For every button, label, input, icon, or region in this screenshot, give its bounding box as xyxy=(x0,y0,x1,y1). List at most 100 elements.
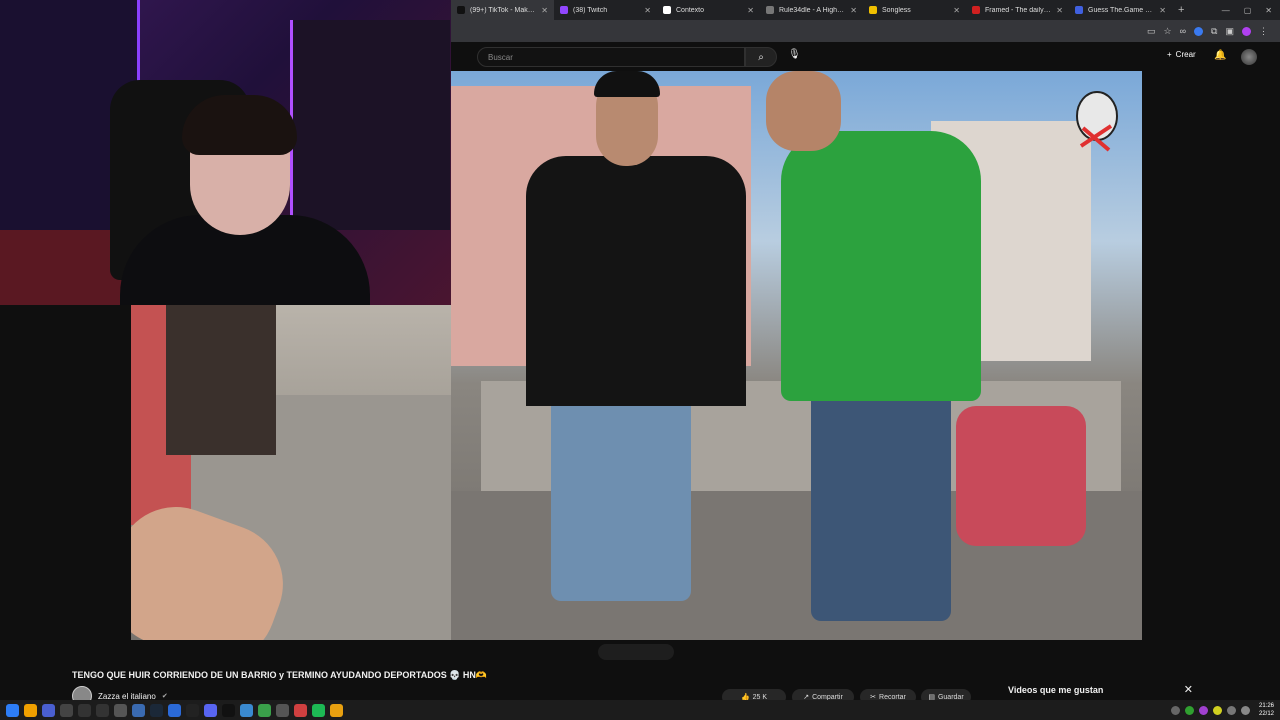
taskbar-clock[interactable]: 21:26 22/12 xyxy=(1259,702,1274,718)
create-button[interactable]: + Crear xyxy=(1167,50,1196,59)
app-v-icon[interactable] xyxy=(42,703,55,717)
windows-start-icon[interactable] xyxy=(6,703,19,717)
close-window-icon[interactable]: ✕ xyxy=(1265,6,1272,15)
tab-title: (38) Twitch xyxy=(573,6,608,14)
video-person-green-shirt xyxy=(751,71,1011,640)
profile-icon[interactable] xyxy=(1242,26,1251,36)
tab-title: Framed - The daily movie xyxy=(985,6,1052,14)
close-icon[interactable]: ✕ xyxy=(1184,683,1193,696)
search-icon[interactable] xyxy=(24,703,37,717)
browser-tab[interactable]: Guess The.Game #1318 ✕ xyxy=(1069,0,1172,20)
app-a-icon[interactable] xyxy=(168,703,181,717)
tab-close-icon[interactable]: ✕ xyxy=(953,6,960,15)
sub-video-shop xyxy=(166,305,276,455)
extension-icon-2[interactable] xyxy=(1194,26,1204,36)
person-shirt xyxy=(526,156,746,406)
split-view-icon[interactable]: ▣ xyxy=(1225,26,1234,37)
obs-icon[interactable] xyxy=(186,703,199,717)
browser-tab[interactable]: Songless ✕ xyxy=(863,0,966,20)
search-button[interactable]: ⌕ xyxy=(745,47,777,67)
channel-watermark-logo xyxy=(1076,91,1118,152)
spotify-icon[interactable] xyxy=(312,703,325,717)
app-c-icon[interactable] xyxy=(240,703,253,717)
windows-taskbar: 21:26 22/12 xyxy=(0,700,1280,720)
tab-favicon-icon xyxy=(972,6,980,14)
menu-kebab-icon[interactable]: ⋮ xyxy=(1259,26,1268,37)
tab-close-icon[interactable]: ✕ xyxy=(541,6,548,15)
steam-icon[interactable] xyxy=(150,703,163,717)
tray-icon[interactable] xyxy=(1170,705,1180,715)
video-title: TENGO QUE HUIR CORRIENDO DE UN BARRIO y … xyxy=(72,670,488,680)
tab-title: (99+) TikTok - Make Your Day xyxy=(470,6,536,14)
streamer xyxy=(120,95,370,305)
youtube-header: Buscar ⌕ 🎙 + Crear 🔔 xyxy=(451,42,1280,71)
video-person-black-shirt xyxy=(526,71,746,640)
account-avatar[interactable] xyxy=(1241,49,1257,65)
app-circle-icon[interactable] xyxy=(132,703,145,717)
tab-title: Guess The.Game #1318 xyxy=(1088,6,1154,14)
app-k-icon[interactable] xyxy=(60,703,73,717)
app-green-icon[interactable] xyxy=(258,703,271,717)
bookmark-star-icon[interactable]: ☆ xyxy=(1164,26,1172,37)
tab-favicon-icon xyxy=(457,6,465,14)
create-label: Crear xyxy=(1175,50,1196,59)
tray-icon[interactable] xyxy=(1184,705,1194,715)
clock-date: 22/12 xyxy=(1258,711,1274,717)
search-input[interactable]: Buscar xyxy=(477,47,745,67)
tab-close-icon[interactable]: ✕ xyxy=(850,6,857,15)
notifications-bell-icon[interactable]: 🔔 xyxy=(1214,50,1226,61)
tab-close-icon[interactable]: ✕ xyxy=(644,6,651,15)
tab-favicon-icon xyxy=(766,6,774,14)
player-controls[interactable] xyxy=(598,644,674,660)
person-jeans xyxy=(551,391,691,601)
tab-favicon-icon xyxy=(560,6,568,14)
person-jeans xyxy=(811,391,951,621)
tab-title: Songless xyxy=(882,6,911,14)
browser-tab[interactable]: Contexto ✕ xyxy=(657,0,760,20)
liked-videos-panel: Videos que me gustan ✕ xyxy=(1000,677,1201,702)
webcam-overlay xyxy=(0,0,451,305)
streamer-hair xyxy=(182,95,297,155)
tiktok-icon[interactable] xyxy=(222,703,235,717)
liked-videos-title: Videos que me gustan xyxy=(1008,684,1104,695)
wifi-icon[interactable] xyxy=(1226,705,1236,715)
clock-time: 21:26 xyxy=(1258,703,1274,709)
volume-icon[interactable] xyxy=(1240,705,1250,715)
browser-tab-bar: (99+) TikTok - Make Your Day✕(38) Twitch… xyxy=(451,0,1280,20)
person-shirt xyxy=(781,131,981,401)
browser-tab[interactable]: Rule34dle - A Higher or Lower ✕ xyxy=(760,0,863,20)
maximize-icon[interactable]: ▢ xyxy=(1244,6,1252,15)
minimize-icon[interactable]: — xyxy=(1222,6,1230,15)
extension-icon-1[interactable]: ∞ xyxy=(1180,26,1186,36)
browser-toolbar: ▭ ☆ ∞ ⧉ ▣ ⋮ xyxy=(451,20,1280,42)
person-head xyxy=(766,71,841,151)
cast-icon[interactable]: ▭ xyxy=(1147,26,1156,37)
tab-favicon-icon xyxy=(663,6,671,14)
secondary-video xyxy=(131,305,451,640)
window-controls: — ▢ ✕ xyxy=(1222,6,1280,15)
voice-search-icon[interactable]: 🎙 xyxy=(788,49,801,60)
browser-tab[interactable]: (38) Twitch ✕ xyxy=(554,0,657,20)
tab-close-icon[interactable]: ✕ xyxy=(747,6,754,15)
app-arrow-icon[interactable] xyxy=(78,703,91,717)
extensions-puzzle-icon[interactable]: ⧉ xyxy=(1211,26,1217,37)
new-tab-button[interactable]: + xyxy=(1172,4,1190,16)
browser-tab[interactable]: Framed - The daily movie ✕ xyxy=(966,0,1069,20)
person-cap xyxy=(594,71,660,97)
tab-close-icon[interactable]: ✕ xyxy=(1159,6,1166,15)
tray-icon[interactable] xyxy=(1212,705,1222,715)
tray-icon[interactable] xyxy=(1198,705,1208,715)
app-pill-icon[interactable] xyxy=(114,703,127,717)
discord-icon[interactable] xyxy=(204,703,217,717)
video-player[interactable] xyxy=(451,71,1142,640)
browser-tab[interactable]: (99+) TikTok - Make Your Day ✕ xyxy=(451,0,554,20)
app-grid-icon[interactable] xyxy=(96,703,109,717)
chrome-icon[interactable] xyxy=(330,703,343,717)
app-square-icon[interactable] xyxy=(276,703,289,717)
app-chrome2-icon[interactable] xyxy=(294,703,307,717)
tab-close-icon[interactable]: ✕ xyxy=(1056,6,1063,15)
tab-title: Contexto xyxy=(676,6,705,14)
plus-icon: + xyxy=(1167,50,1172,59)
tab-favicon-icon xyxy=(1075,6,1083,14)
verified-icon: ✔ xyxy=(161,693,168,700)
